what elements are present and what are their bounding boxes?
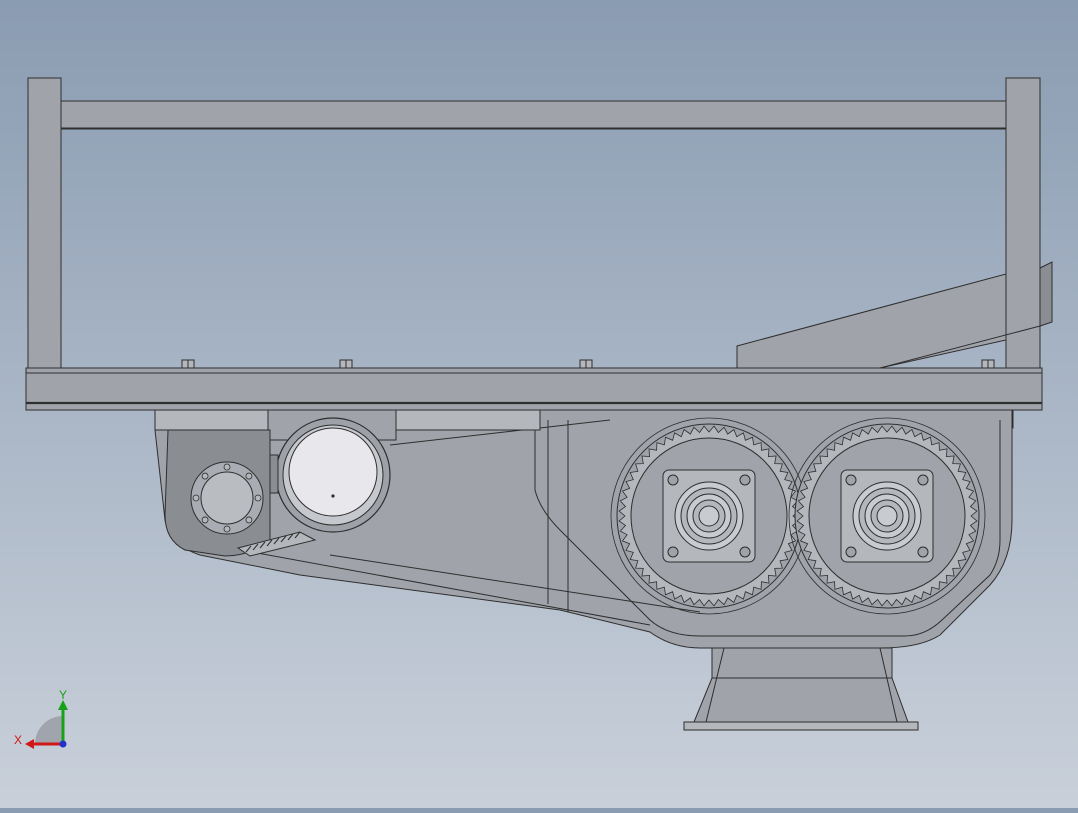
bearing-bolt xyxy=(739,474,751,486)
left-post xyxy=(27,77,62,371)
flange-bolt xyxy=(245,472,253,480)
outlet-neck xyxy=(711,647,893,679)
bearing-bolt xyxy=(667,474,679,486)
y-axis-label: Y xyxy=(59,688,67,702)
coordinate-triad: Y X xyxy=(14,688,68,749)
flange-bolt xyxy=(192,494,200,502)
flange-inner xyxy=(200,471,254,525)
z-axis-dot xyxy=(59,740,67,748)
motor-center-dot xyxy=(331,494,335,498)
bearing-bolt xyxy=(917,474,929,486)
chute-plate xyxy=(736,273,1007,369)
flange-bolt xyxy=(223,525,231,533)
x-axis-head xyxy=(25,739,34,749)
discharge-outlet[interactable] xyxy=(683,647,919,731)
outlet-flange xyxy=(683,721,919,731)
bearing-bolt xyxy=(845,474,857,486)
outlet-flare xyxy=(693,677,909,723)
flange-bolt xyxy=(254,494,262,502)
bearing-bolt xyxy=(667,546,679,558)
right-post xyxy=(1005,77,1041,371)
triad-quarter-disc xyxy=(35,716,63,744)
bearing-ring xyxy=(876,505,898,527)
drawing-canvas: Y X xyxy=(14,77,1053,749)
cad-viewport[interactable]: Y X xyxy=(0,0,1078,808)
feed-chute[interactable] xyxy=(736,261,1053,369)
x-axis-label: X xyxy=(14,733,22,747)
flange-bolt xyxy=(201,472,209,480)
flange-bolt xyxy=(201,516,209,524)
bearing-bolt xyxy=(739,546,751,558)
bearing-bolt xyxy=(917,546,929,558)
top-rail xyxy=(27,100,1041,130)
motor-face xyxy=(288,427,378,517)
flange-bolt xyxy=(245,516,253,524)
bearing-ring xyxy=(698,505,720,527)
chute-lip xyxy=(1039,261,1053,327)
flange-bolt xyxy=(223,463,231,471)
bearing-bolt xyxy=(845,546,857,558)
